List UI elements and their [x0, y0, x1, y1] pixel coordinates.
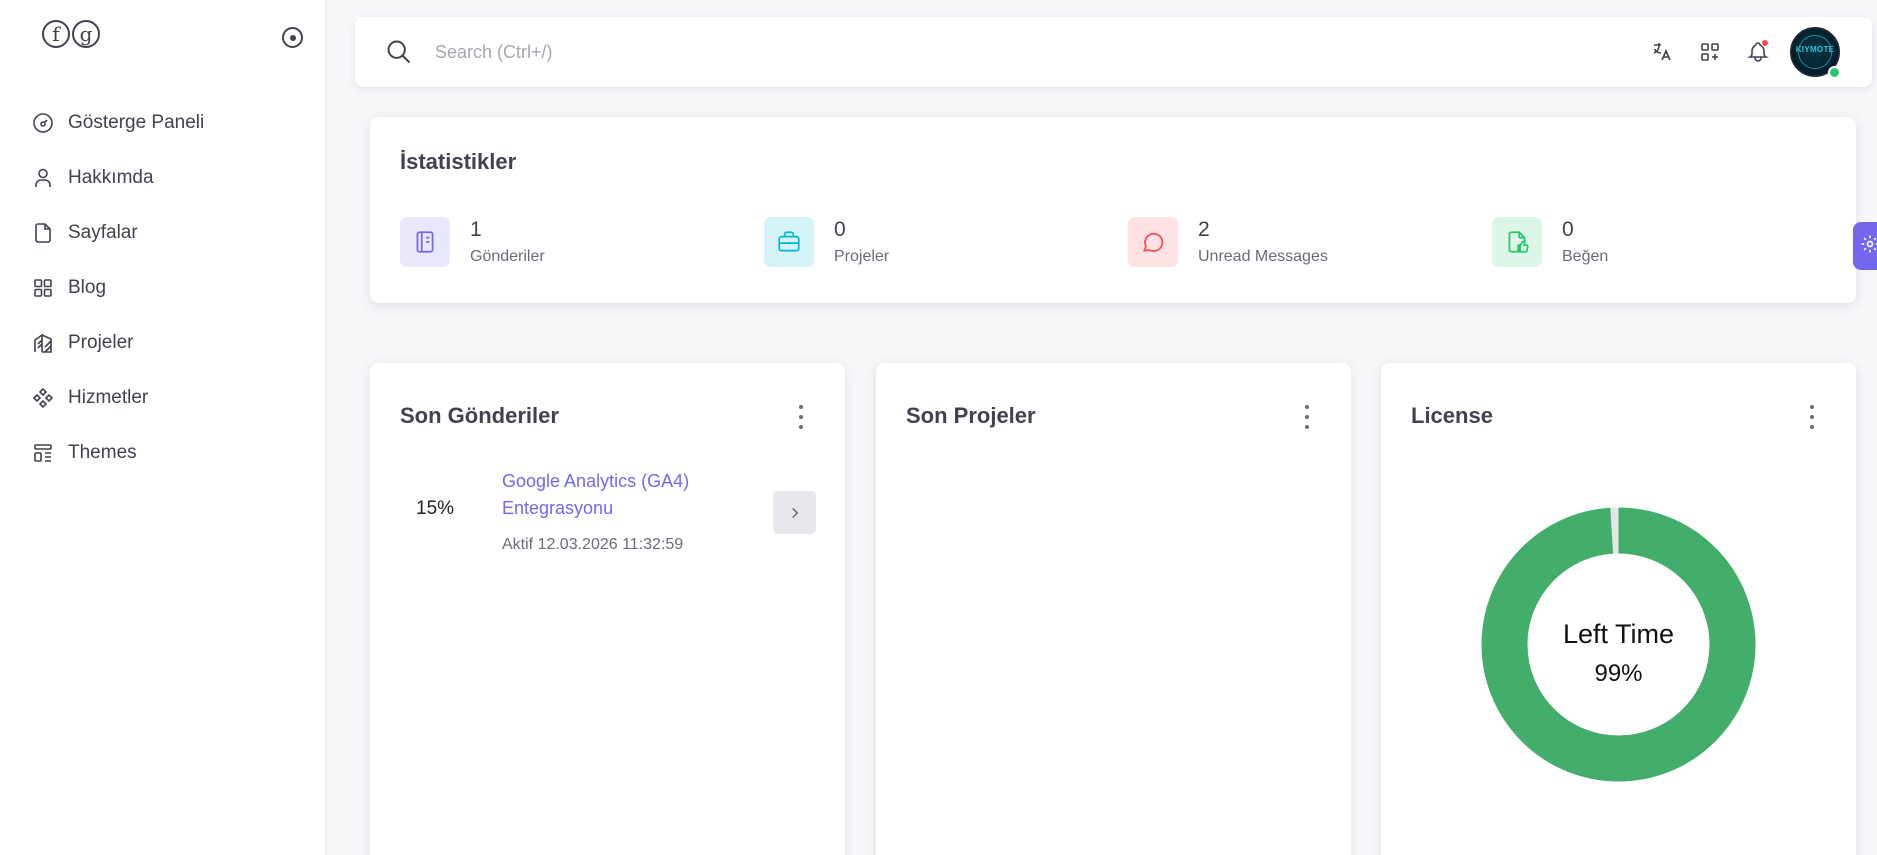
stat-label: Gönderiler	[470, 248, 545, 265]
briefcase-icon	[764, 217, 814, 267]
post-progress-percent: 15%	[416, 498, 455, 519]
sidebar-toggle-icon[interactable]	[282, 27, 303, 48]
recent-posts-card: Son Gönderiler 15% Google Analytics (GA4…	[370, 363, 845, 855]
building-icon	[30, 330, 56, 356]
sidebar-item-themes[interactable]: Themes	[30, 425, 204, 480]
sidebar-item-dashboard[interactable]: Gösterge Paneli	[30, 95, 204, 150]
sidebar-item-about[interactable]: Hakkımda	[30, 150, 204, 205]
recent-projects-title: Son Projeler	[906, 403, 1036, 428]
message-icon	[1128, 217, 1178, 267]
sidebar-item-pages[interactable]: Sayfalar	[30, 205, 204, 260]
sidebar: f g Gösterge Paneli Hakkımda Sayfalar Bl…	[0, 0, 325, 855]
more-options-icon[interactable]	[797, 405, 805, 429]
recent-posts-title: Son Gönderiler	[400, 403, 559, 428]
sidebar-item-label: Hizmetler	[68, 386, 149, 408]
stat-label: Beğen	[1562, 248, 1609, 265]
sidebar-item-label: Gösterge Paneli	[68, 111, 205, 133]
more-options-icon[interactable]	[1808, 405, 1816, 429]
gear-icon	[1860, 234, 1877, 259]
online-status-indicator	[1828, 66, 1841, 79]
stat-label: Unread Messages	[1198, 248, 1328, 265]
avatar-text: KIYMOTE	[1795, 45, 1835, 54]
user-icon	[30, 165, 56, 191]
language-icon[interactable]	[1647, 37, 1677, 67]
sidebar-item-blog[interactable]: Blog	[30, 260, 204, 315]
post-meta: Aktif 12.03.2026 11:32:59	[502, 536, 684, 553]
notebook-icon	[400, 217, 450, 267]
sidebar-item-label: Blog	[68, 276, 107, 298]
logo-letter-f: f	[42, 20, 70, 48]
stat-projects: 0 Projeler	[764, 217, 889, 267]
thumb-up-icon	[1492, 217, 1542, 267]
stat-value: 1	[470, 218, 482, 241]
stat-label: Projeler	[834, 248, 890, 265]
logo[interactable]: f g	[42, 20, 100, 48]
statistics-card: İstatistikler 1 Gönderiler 0 Projeler 2 …	[370, 117, 1856, 303]
post-title-link[interactable]: Google Analytics (GA4) Entegrasyonu	[502, 468, 732, 522]
statistics-title: İstatistikler	[400, 149, 517, 174]
components-icon	[30, 385, 56, 411]
dashboard-icon	[30, 110, 56, 136]
stat-value: 2	[1198, 218, 1210, 241]
license-card: License Left Time 99%	[1381, 363, 1856, 855]
donut-center-label: Left Time	[1562, 619, 1675, 649]
sidebar-item-label: Projeler	[68, 331, 134, 353]
more-options-icon[interactable]	[1303, 405, 1311, 429]
chevron-right-icon[interactable]	[773, 491, 816, 534]
stat-likes: 0 Beğen	[1492, 217, 1608, 267]
sidebar-item-projects[interactable]: Projeler	[30, 315, 204, 370]
stat-posts: 1 Gönderiler	[400, 217, 545, 267]
apps-plus-icon[interactable]	[1695, 37, 1725, 67]
sidebar-item-services[interactable]: Hizmetler	[30, 370, 204, 425]
bell-icon[interactable]	[1743, 37, 1773, 67]
sidebar-item-label: Hakkımda	[68, 166, 154, 188]
sidebar-menu: Gösterge Paneli Hakkımda Sayfalar Blog P…	[30, 95, 204, 480]
stat-messages: 2 Unread Messages	[1128, 217, 1328, 267]
donut-center-value: 99%	[1594, 660, 1643, 687]
layout-icon	[30, 440, 56, 466]
search-icon[interactable]	[385, 38, 413, 71]
recent-projects-card: Son Projeler	[876, 363, 1351, 855]
logo-letter-g: g	[72, 20, 100, 48]
sidebar-item-label: Themes	[68, 441, 137, 463]
stat-value: 0	[1562, 218, 1574, 241]
theme-customizer-button[interactable]	[1853, 222, 1877, 270]
file-icon	[30, 220, 56, 246]
grid-icon	[30, 275, 56, 301]
top-navbar: KIYMOTE	[355, 17, 1872, 87]
sidebar-item-label: Sayfalar	[68, 221, 138, 243]
notification-badge	[1761, 39, 1769, 47]
search-input[interactable]	[435, 35, 1335, 69]
stat-value: 0	[834, 218, 846, 241]
license-title: License	[1411, 403, 1493, 428]
